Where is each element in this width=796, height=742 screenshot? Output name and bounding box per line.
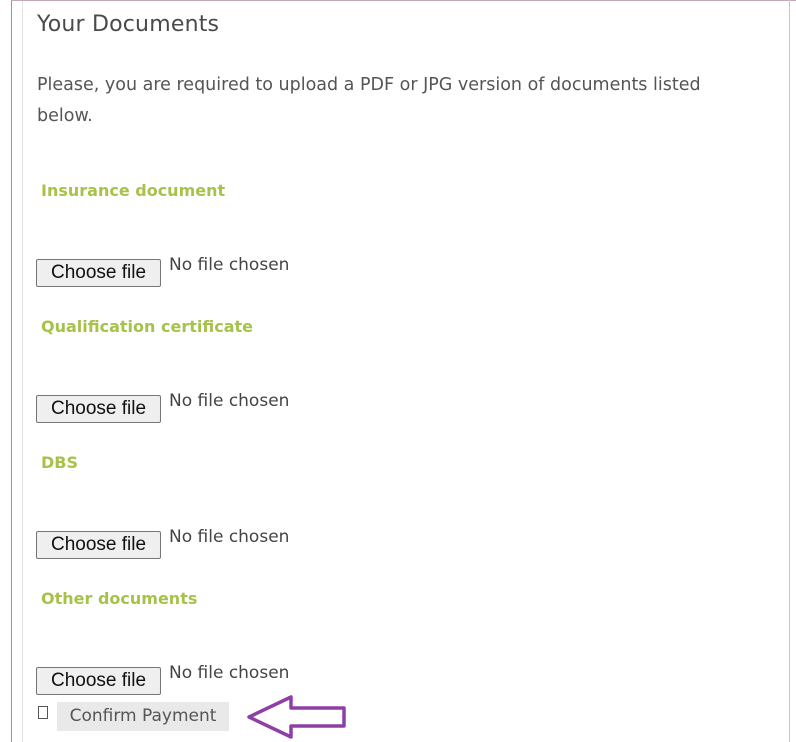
confirm-payment-checkbox[interactable] xyxy=(38,706,48,719)
insurance-choose-file-button[interactable]: Choose file xyxy=(36,259,161,287)
panel-left-border xyxy=(11,0,12,742)
dbs-file-status: No file chosen xyxy=(169,527,290,547)
other-file-status: No file chosen xyxy=(169,663,290,683)
insurance-document-label: Insurance document xyxy=(41,181,226,200)
qualification-certificate-label: Qualification certificate xyxy=(41,317,253,336)
dbs-label: DBS xyxy=(41,453,78,472)
panel-right-border xyxy=(789,0,790,742)
section-intro: Please, you are required to upload a PDF… xyxy=(37,75,701,126)
left-arrow-icon xyxy=(247,695,346,739)
other-choose-file-button[interactable]: Choose file xyxy=(36,667,161,695)
panel-inner-border xyxy=(22,0,23,742)
qualification-file-status: No file chosen xyxy=(169,391,290,411)
confirm-payment-button[interactable]: Confirm Payment xyxy=(57,702,229,731)
insurance-file-status: No file chosen xyxy=(169,255,290,275)
annotation-arrow-shape xyxy=(247,695,346,739)
documents-panel: Your Documents Please, you are required … xyxy=(0,0,796,742)
dbs-choose-file-button[interactable]: Choose file xyxy=(36,531,161,559)
section-title: Your Documents xyxy=(37,12,220,37)
panel-top-border xyxy=(11,0,796,1)
other-documents-label: Other documents xyxy=(41,589,198,608)
qualification-choose-file-button[interactable]: Choose file xyxy=(36,395,161,423)
